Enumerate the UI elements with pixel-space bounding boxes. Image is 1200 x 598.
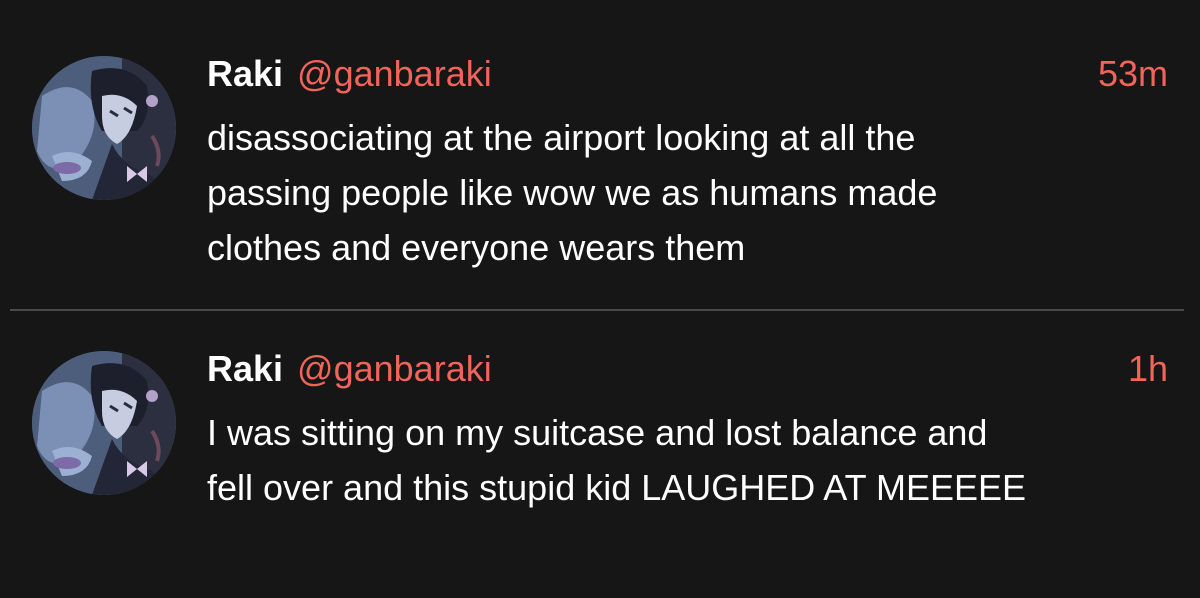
avatar[interactable] — [32, 351, 176, 495]
tweet-text: I was sitting on my suitcase and lost ba… — [207, 412, 1027, 508]
user-handle[interactable]: @ganbaraki — [297, 53, 492, 94]
timestamp[interactable]: 53m — [1098, 52, 1168, 96]
anime-girl-avatar-icon — [32, 56, 176, 200]
divider — [10, 309, 1184, 311]
display-name[interactable]: Raki — [207, 53, 283, 94]
tweet[interactable]: Raki @ganbaraki 53m disassociating at the… — [0, 0, 1200, 310]
display-name[interactable]: Raki — [207, 348, 283, 389]
tweet-header: Raki @ganbaraki 53m — [207, 52, 1168, 96]
avatar[interactable] — [32, 56, 176, 200]
user-handle[interactable]: @ganbaraki — [297, 348, 492, 389]
tweet-feed: Raki @ganbaraki 53m disassociating at the… — [0, 0, 1200, 598]
anime-girl-avatar-icon — [32, 351, 176, 495]
tweet-text: disassociating at the airport looking at… — [207, 117, 938, 268]
timestamp[interactable]: 1h — [1128, 347, 1168, 391]
tweet-header: Raki @ganbaraki 1h — [207, 347, 1168, 391]
